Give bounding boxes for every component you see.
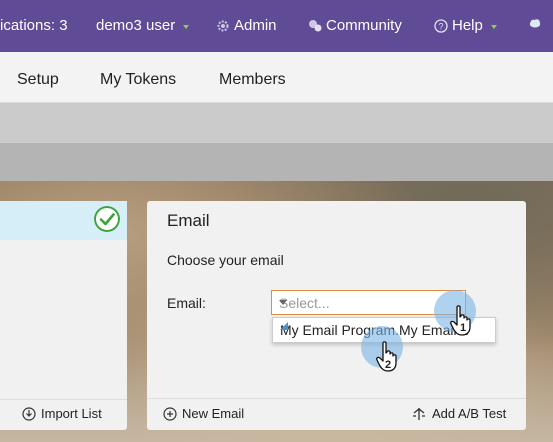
admin-label: Admin <box>234 17 277 34</box>
svg-text:?: ? <box>438 21 443 31</box>
ab-test-icon <box>413 407 425 420</box>
import-list-button[interactable]: Import List <box>22 406 102 421</box>
chevron-down-icon <box>490 24 497 29</box>
notifications-label: ications: 3 <box>0 17 68 34</box>
cloud-link[interactable] <box>528 17 542 31</box>
community-label: Community <box>326 17 402 34</box>
toolbar-strip <box>0 103 553 143</box>
email-field-label: Email: <box>167 295 206 311</box>
step-number-1: 1 <box>460 322 467 334</box>
chevron-down-icon <box>183 24 190 29</box>
import-icon <box>22 406 36 421</box>
tab-my-tokens[interactable]: My Tokens <box>100 71 176 89</box>
gear-icon <box>217 20 229 31</box>
tab-bar: Setup My Tokens Members <box>0 52 553 103</box>
import-list-label: Import List <box>41 406 102 421</box>
add-icon <box>163 406 177 421</box>
tab-setup[interactable]: Setup <box>17 71 59 89</box>
checkmark-icon <box>94 206 120 232</box>
user-name: demo3 user <box>96 17 176 34</box>
cloud-icon <box>529 19 541 28</box>
new-email-button[interactable]: New Email <box>163 406 244 421</box>
user-menu[interactable]: demo3 user <box>96 17 190 34</box>
ab-test-label: Add A/B Test <box>432 406 507 421</box>
resize-corner-icon <box>280 322 288 330</box>
community-link[interactable]: Community <box>308 17 402 34</box>
step-number-2: 2 <box>385 359 392 371</box>
help-menu[interactable]: ? Help <box>434 17 497 34</box>
help-icon: ? <box>434 18 448 33</box>
top-nav-bar: ications: 3 demo3 user Admin Community ?… <box>0 0 553 52</box>
email-card-divider <box>147 398 526 399</box>
new-email-label: New Email <box>182 406 245 421</box>
email-card-subtitle: Choose your email <box>167 252 284 268</box>
dropdown-arrow-icon[interactable] <box>279 300 287 305</box>
help-label: Help <box>452 17 483 34</box>
community-icon <box>309 19 322 31</box>
tab-members[interactable]: Members <box>219 71 286 89</box>
admin-link[interactable]: Admin <box>216 17 277 34</box>
secondary-strip <box>0 143 553 181</box>
add-ab-test-button[interactable]: Add A/B Test <box>411 406 506 421</box>
email-card-title: Email <box>167 211 210 230</box>
notifications-link[interactable]: ications: 3 <box>0 17 68 34</box>
list-card <box>0 201 127 430</box>
